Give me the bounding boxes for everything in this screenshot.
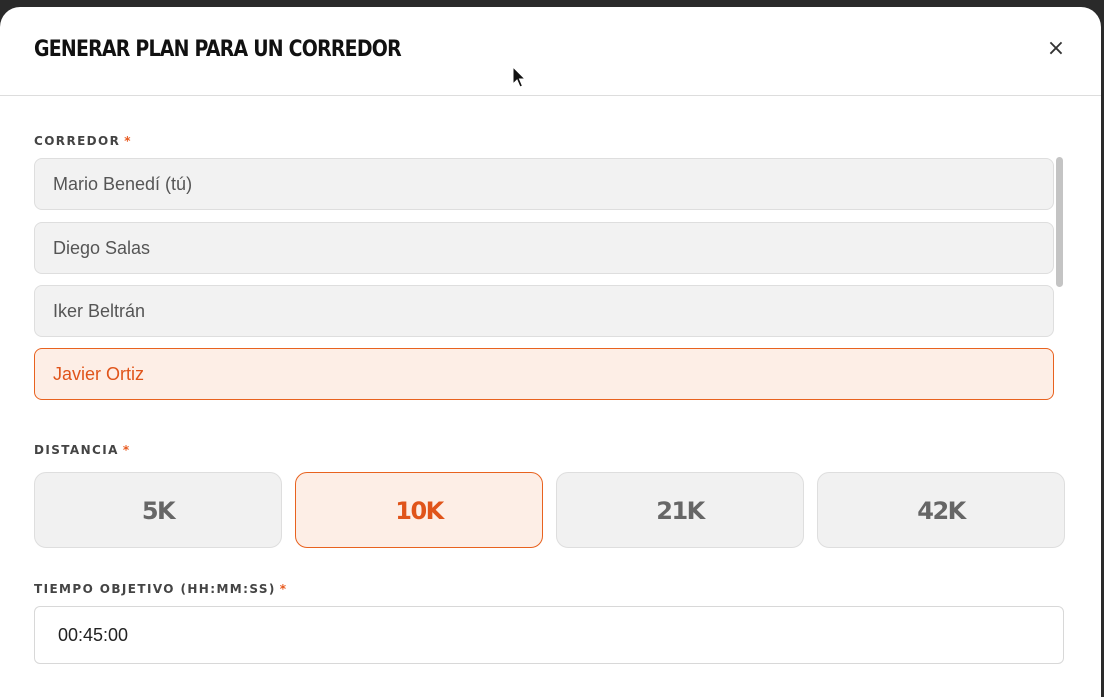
distance-label: DISTANCIA * <box>34 443 131 457</box>
modal-header: GENERAR PLAN PARA UN CORREDOR × <box>0 7 1101 96</box>
mouse-cursor-icon <box>512 66 527 88</box>
generate-plan-modal: GENERAR PLAN PARA UN CORREDOR × CORREDOR… <box>0 7 1101 697</box>
runner-option-diego[interactable]: Diego Salas <box>34 222 1054 274</box>
required-mark: * <box>122 443 131 457</box>
target-time-input[interactable]: 00:45:00 <box>34 606 1064 664</box>
runner-option-javier[interactable]: Javier Ortiz <box>34 348 1054 400</box>
runner-list-scrollbar[interactable] <box>1056 157 1063 287</box>
required-mark: * <box>279 582 288 596</box>
target-time-label-text: TIEMPO OBJETIVO (HH:MM:SS) <box>34 582 276 596</box>
runner-label: CORREDOR * <box>34 134 132 148</box>
distance-42k-button[interactable]: 42K <box>817 472 1065 548</box>
distance-5k-button[interactable]: 5K <box>34 472 282 548</box>
required-mark: * <box>124 134 132 148</box>
distance-21k-button[interactable]: 21K <box>556 472 804 548</box>
modal-title: GENERAR PLAN PARA UN CORREDOR <box>34 37 402 62</box>
distance-10k-button[interactable]: 10K <box>295 472 543 548</box>
target-time-label: TIEMPO OBJETIVO (HH:MM:SS) * <box>34 582 287 596</box>
runner-label-text: CORREDOR <box>34 134 121 148</box>
runner-option-iker[interactable]: Iker Beltrán <box>34 285 1054 337</box>
runner-option-mario[interactable]: Mario Benedí (tú) <box>34 158 1054 210</box>
close-icon[interactable]: × <box>1045 38 1067 60</box>
distance-label-text: DISTANCIA <box>34 443 119 457</box>
